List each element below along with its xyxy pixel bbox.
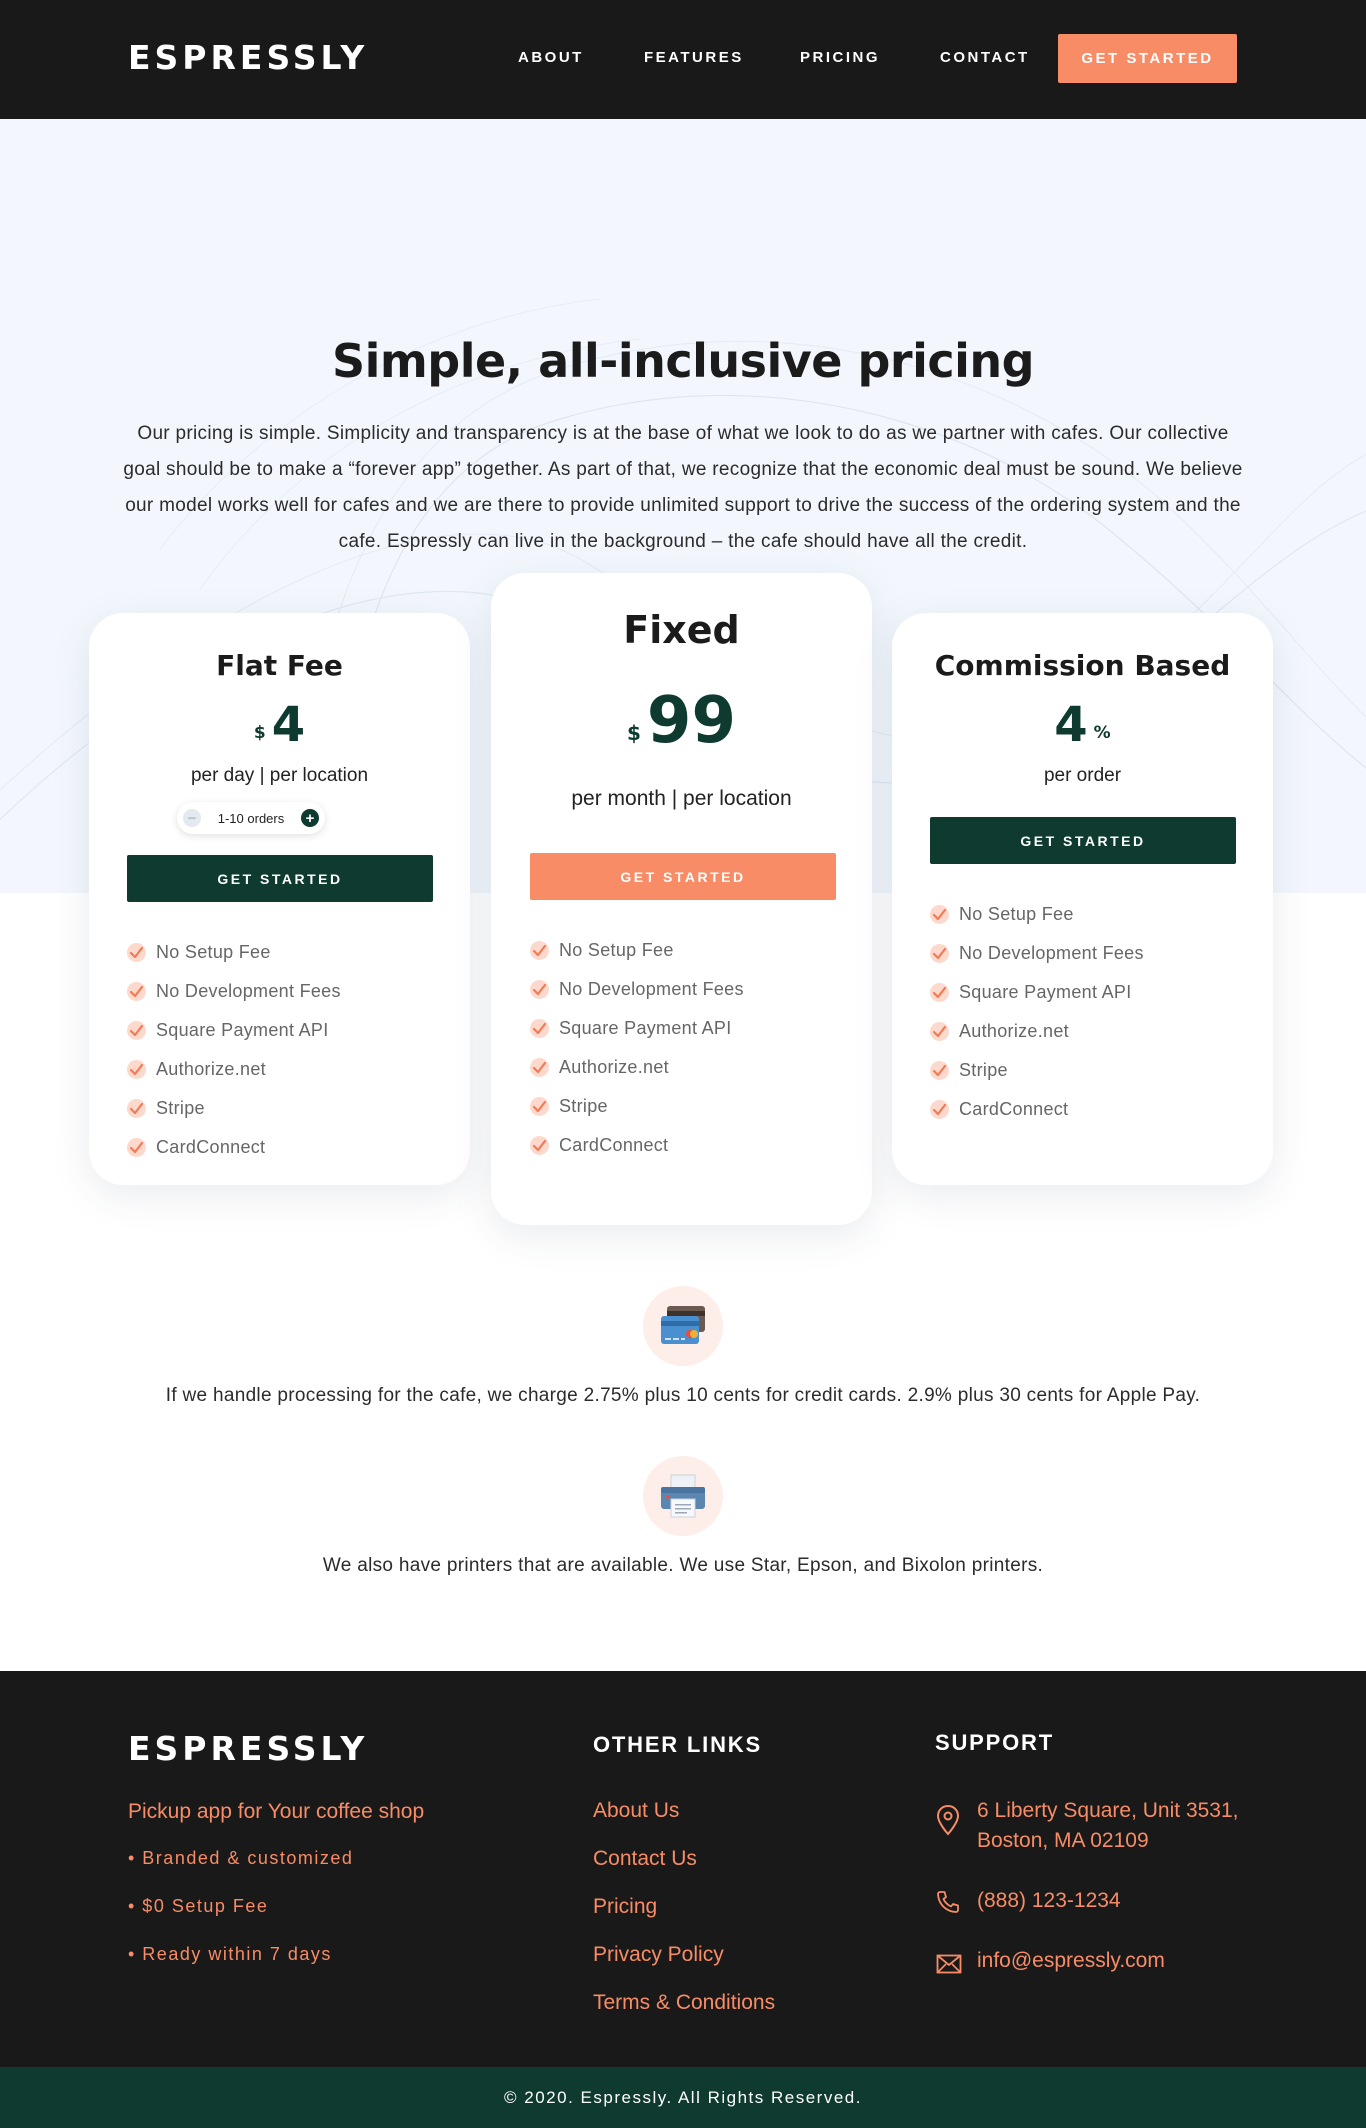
footer-link-pricing[interactable]: Pricing	[593, 1893, 657, 1921]
check-icon	[530, 941, 549, 960]
check-icon	[127, 1060, 146, 1079]
feature-list: No Setup Fee No Development Fees Square …	[930, 895, 1144, 1129]
plan-period: per order	[1043, 765, 1122, 786]
copyright-text: © 2020. Espressly. All Rights Reserved.	[504, 2087, 862, 2107]
map-pin-icon	[936, 1804, 960, 1841]
list-item: Authorize.net	[127, 1050, 341, 1089]
plus-icon[interactable]: +	[300, 809, 319, 827]
commission-get-started-button[interactable]: GET STARTED	[930, 817, 1236, 864]
list-item: CardConnect	[530, 1126, 744, 1165]
minus-icon[interactable]: −	[183, 809, 201, 827]
nav-contact[interactable]: CONTACT	[940, 46, 1030, 70]
credit-card-icon	[643, 1286, 723, 1366]
flat-fee-get-started-button[interactable]: GET STARTED	[127, 855, 433, 902]
list-item: No Development Fees	[530, 970, 744, 1009]
check-icon	[127, 1138, 146, 1157]
pricing-card-fixed: Fixed $99 per month | per location GET S…	[491, 573, 872, 1225]
list-item: CardConnect	[930, 1090, 1144, 1129]
footer-link-privacy[interactable]: Privacy Policy	[593, 1941, 724, 1969]
printer-icon	[643, 1456, 723, 1536]
plan-price: 4%	[892, 697, 1273, 753]
footer-bullet: • $0 Setup Fee	[128, 1896, 269, 1916]
percent-symbol: %	[1093, 723, 1111, 743]
footer-bullet: • Ready within 7 days	[128, 1944, 332, 1964]
stepper-value: 1-10 orders	[217, 810, 285, 826]
check-icon	[530, 980, 549, 999]
list-item: Square Payment API	[530, 1009, 744, 1048]
plan-price: $4	[89, 697, 470, 753]
check-icon	[530, 1097, 549, 1116]
site-footer: ESPRESSLY Pickup app for Your coffee sho…	[0, 1671, 1366, 2067]
check-icon	[930, 1022, 949, 1041]
pricing-card-commission: Commission Based 4% per order GET STARTE…	[892, 613, 1273, 1185]
feature-list: No Setup Fee No Development Fees Square …	[530, 931, 744, 1165]
footer-link-terms[interactable]: Terms & Conditions	[593, 1989, 775, 2017]
plan-name: Fixed	[623, 608, 740, 652]
footer-bullet: • Branded & customized	[128, 1848, 354, 1868]
check-icon	[930, 905, 949, 924]
plan-name: Commission Based	[934, 649, 1231, 682]
logo[interactable]: ESPRESSLY	[128, 40, 368, 76]
plan-name: Flat Fee	[216, 649, 343, 682]
page-title: Simple, all-inclusive pricing	[331, 334, 1035, 388]
price-amount: 99	[646, 684, 736, 758]
check-icon	[930, 1100, 949, 1119]
footer-link-about[interactable]: About Us	[593, 1797, 679, 1825]
nav-pricing[interactable]: PRICING	[800, 46, 880, 70]
pricing-card-flat-fee: Flat Fee $4 per day | per location − 1-1…	[89, 613, 470, 1185]
check-icon	[127, 982, 146, 1001]
price-amount: 4	[271, 697, 306, 753]
support-heading: SUPPORT	[935, 1730, 1054, 1755]
list-item: Authorize.net	[930, 1012, 1144, 1051]
header-get-started-button[interactable]: GET STARTED	[1058, 34, 1237, 83]
check-icon	[127, 1099, 146, 1118]
footer-tagline: Pickup app for Your coffee shop	[128, 1800, 425, 1823]
support-phone[interactable]: (888) 123-1234	[977, 1886, 1121, 1916]
list-item: No Setup Fee	[127, 933, 341, 972]
list-item: Stripe	[127, 1089, 341, 1128]
printers-info: We also have printers that are available…	[322, 1555, 1044, 1576]
orders-stepper: − 1-10 orders +	[177, 802, 325, 834]
mail-icon	[936, 1954, 962, 1979]
price-amount: 4	[1054, 697, 1088, 753]
site-header: ESPRESSLY ABOUT FEATURES PRICING CONTACT…	[0, 0, 1366, 119]
support-address-line1: 6 Liberty Square, Unit 3531,	[977, 1799, 1239, 1822]
check-icon	[530, 1136, 549, 1155]
nav-features[interactable]: FEATURES	[644, 46, 744, 70]
plan-period: per month | per location	[571, 787, 792, 810]
check-icon	[930, 944, 949, 963]
list-item: CardConnect	[127, 1128, 341, 1167]
copyright-bar: © 2020. Espressly. All Rights Reserved.	[0, 2067, 1366, 2128]
list-item: No Setup Fee	[530, 931, 744, 970]
check-icon	[127, 943, 146, 962]
feature-list: No Setup Fee No Development Fees Square …	[127, 933, 341, 1167]
hero-description: Our pricing is simple. Simplicity and tr…	[123, 423, 1243, 552]
plan-period: per day | per location	[190, 765, 369, 786]
check-icon	[530, 1019, 549, 1038]
list-item: Authorize.net	[530, 1048, 744, 1087]
check-icon	[930, 983, 949, 1002]
currency-symbol: $	[253, 723, 266, 743]
list-item: Stripe	[930, 1051, 1144, 1090]
phone-icon	[936, 1890, 960, 1919]
check-icon	[530, 1058, 549, 1077]
fixed-get-started-button[interactable]: GET STARTED	[530, 853, 836, 900]
list-item: No Development Fees	[930, 934, 1144, 973]
processing-info: If we handle processing for the cafe, we…	[165, 1385, 1201, 1406]
plan-price: $99	[491, 685, 872, 757]
check-icon	[127, 1021, 146, 1040]
support-email[interactable]: info@espressly.com	[977, 1946, 1165, 1976]
list-item: Stripe	[530, 1087, 744, 1126]
support-address-line2: Boston, MA 02109	[977, 1829, 1149, 1852]
currency-symbol: $	[627, 721, 641, 745]
list-item: Square Payment API	[127, 1011, 341, 1050]
nav-about[interactable]: ABOUT	[518, 46, 584, 70]
check-icon	[930, 1061, 949, 1080]
footer-logo[interactable]: ESPRESSLY	[128, 1731, 368, 1767]
other-links-heading: OTHER LINKS	[593, 1732, 762, 1757]
list-item: No Development Fees	[127, 972, 341, 1011]
footer-link-contact[interactable]: Contact Us	[593, 1845, 697, 1873]
list-item: No Setup Fee	[930, 895, 1144, 934]
list-item: Square Payment API	[930, 973, 1144, 1012]
